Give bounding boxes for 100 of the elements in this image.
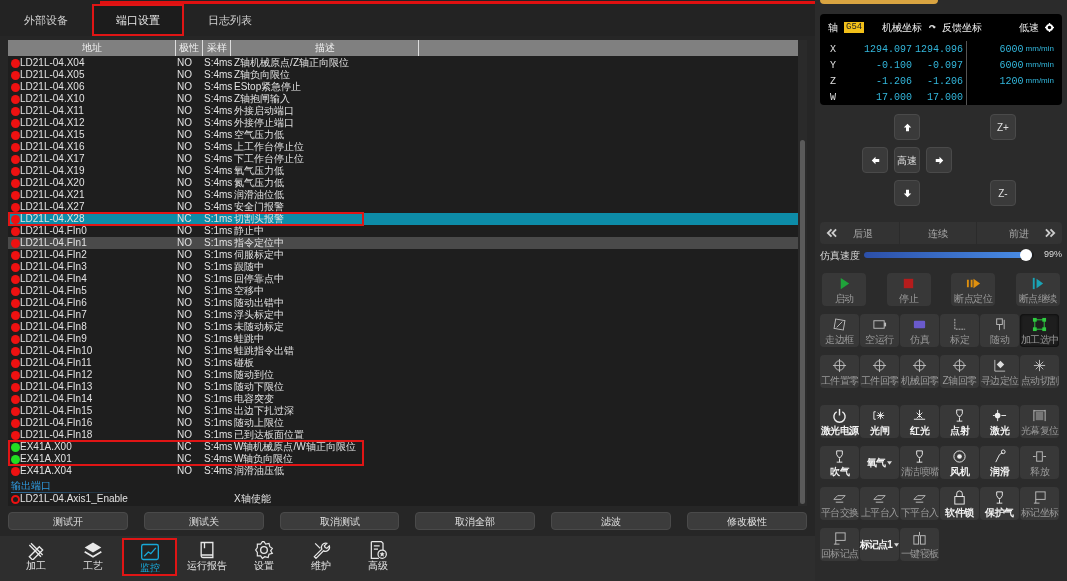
tab[interactable]: 日志列表	[184, 4, 276, 36]
sample-cell: S:4ms	[204, 81, 233, 92]
table-row[interactable]: LD21L-04.Axis1_Enable X轴使能	[8, 493, 798, 505]
table-row[interactable]: LD21L-04.X15 NO S:4ms 空气压力低	[8, 129, 798, 141]
table-row[interactable]: LD21L-04.X10 NO S:4ms Z轴抱闸输入	[8, 93, 798, 105]
description-cell: 氧气压力低	[234, 165, 284, 176]
table-row[interactable]: LD21L-04.FIn10 NO S:1ms 蛙跳指令出错	[8, 345, 798, 357]
sample-cell: S:1ms	[204, 321, 233, 332]
table-row[interactable]: LD21L-04.FIn2 NO S:1ms 伺服标定中	[8, 249, 798, 261]
nav-item[interactable]: 高级	[350, 538, 405, 576]
tab[interactable]: 端口设置	[92, 4, 184, 36]
table-row[interactable]: LD21L-04.X21 NO S:4ms 润滑油位低	[8, 189, 798, 201]
table-row[interactable]: LD21L-04.FIn6 NO S:1ms 随动出错中	[8, 297, 798, 309]
table-row[interactable]: LD21L-04.FIn11 NO S:1ms 碰板	[8, 357, 798, 369]
table-row[interactable]: LD21L-04.FIn14 NO S:1ms 电容突变	[8, 393, 798, 405]
column-header[interactable]: 极性	[175, 40, 202, 56]
table-row[interactable]: LD21L-04.FIn15 NO S:1ms 出边下扎过深	[8, 405, 798, 417]
address-cell: LD21L-04.FIn3	[20, 261, 87, 273]
z-up-button[interactable]: Z+	[990, 114, 1016, 140]
description-cell: 指令定位中	[234, 237, 284, 248]
table-row[interactable]: LD21L-04.FIn8 NO S:1ms 未随动标定	[8, 321, 798, 333]
tool-button[interactable]: 光闸	[860, 405, 899, 438]
polarity-cell: NO	[177, 249, 192, 260]
table-row[interactable]: LD21L-04.FIn18 NO S:1ms 已到达板面位置	[8, 429, 798, 441]
table-row[interactable]: LD21L-04.X06 NO S:4ms EStop紧急停止	[8, 81, 798, 93]
forward-button[interactable]: 前进	[977, 222, 1062, 244]
table-row[interactable]: LD21L-04.X17 NO S:4ms 下工作台停止位	[8, 153, 798, 165]
action-button[interactable]: 取消全部	[415, 512, 536, 530]
sample-cell: S:1ms	[204, 273, 233, 284]
table-row[interactable]: LD21L-04.FIn16 NO S:1ms 随动上限位	[8, 417, 798, 429]
action-button[interactable]: 取消测试	[279, 512, 400, 530]
action-button[interactable]: 滤波	[551, 512, 672, 530]
column-label: 机械坐标	[882, 21, 923, 35]
table-row[interactable]: LD21L-04.FIn13 NO S:1ms 随动下限位	[8, 381, 798, 393]
description-cell: 空移中	[234, 285, 264, 296]
action-button[interactable]: 修改极性	[687, 512, 807, 530]
sample-cell: S:4ms	[204, 165, 233, 176]
nav-item[interactable]: 加工	[8, 538, 63, 576]
offset-badge[interactable]: G54	[844, 22, 865, 33]
action-button[interactable]: 测试开	[8, 512, 128, 530]
sample-cell: S:4ms	[204, 57, 233, 68]
table-row[interactable]: LD21L-04.FIn4 NO S:1ms 回停靠点中	[8, 273, 798, 285]
table-row[interactable]: LD21L-04.FIn1 NO S:1ms 指令定位中	[8, 237, 798, 249]
tool-button[interactable]: 吹气	[820, 446, 859, 479]
address-cell: EX41A.X01	[20, 453, 72, 465]
action-button[interactable]: 测试关	[143, 512, 264, 530]
tool-button[interactable]: 软件锁	[940, 487, 979, 520]
nav-item[interactable]: 监控	[122, 538, 177, 576]
column-header[interactable]: 采样	[202, 40, 230, 56]
continuous-button[interactable]: 连续	[900, 222, 977, 244]
table-row[interactable]: LD21L-04.FIn5 NO S:1ms 空移中	[8, 285, 798, 297]
description-cell: 碰板	[234, 357, 254, 368]
nav-item[interactable]: 维护	[293, 538, 348, 576]
dropdown[interactable]: 氧气	[860, 446, 899, 479]
table-row[interactable]: LD21L-04.FIn7 NO S:1ms 浮头标定中	[8, 309, 798, 321]
table-row[interactable]: EX41A.X01 NC S:4ms W轴负向限位	[8, 453, 798, 465]
table-row[interactable]: LD21L-04.FIn12 NO S:1ms 随动到位	[8, 369, 798, 381]
polarity-cell: NC	[177, 453, 192, 464]
table-row[interactable]: LD21L-04.FIn9 NO S:1ms 蛙跳中	[8, 333, 798, 345]
tool-button[interactable]: 红光	[900, 405, 939, 438]
tool-button[interactable]: 润滑	[980, 446, 1019, 479]
description-cell: 蛙跳中	[234, 333, 264, 344]
table-row[interactable]: LD21L-04.X12 NO S:4ms 外接停止端口	[8, 117, 798, 129]
table-row[interactable]: LD21L-04.X05 NO S:4ms Z轴负向限位	[8, 69, 798, 81]
sample-cell: S:4ms	[204, 69, 233, 80]
nav-item[interactable]: 设置	[236, 538, 291, 576]
back-button[interactable]: 后退	[820, 222, 900, 244]
speed-button[interactable]: 高速	[894, 147, 920, 173]
sample-cell: S:4ms	[204, 141, 233, 152]
table-row[interactable]: LD21L-04.X19 NO S:4ms 氧气压力低	[8, 165, 798, 177]
tool-button[interactable]: 激光电源	[820, 405, 859, 438]
tab[interactable]: 外部设备	[0, 4, 92, 36]
sample-cell: S:1ms	[204, 345, 233, 356]
polarity-cell: NO	[177, 369, 192, 380]
polarity-cell: NO	[177, 117, 192, 128]
tool-button[interactable]: 点射	[940, 405, 979, 438]
description-cell: 随动下限位	[234, 381, 284, 392]
tool-button[interactable]: 保护气	[980, 487, 1019, 520]
polarity-cell: NO	[177, 201, 192, 212]
table-row[interactable]: LD21L-04.X27 NO S:4ms 安全门报警	[8, 201, 798, 213]
table-row[interactable]: LD21L-04.X20 NO S:4ms 氮气压力低	[8, 177, 798, 189]
table-row[interactable]: LD21L-04.FIn0 NO S:1ms 静止中	[8, 225, 798, 237]
column-header[interactable]: 描述	[230, 40, 418, 56]
tool-button[interactable]: 风机	[940, 446, 979, 479]
table-row[interactable]: LD21L-04.X16 NO S:4ms 上工作台停止位	[8, 141, 798, 153]
address-cell: LD21L-04.X12	[20, 117, 85, 129]
table-row[interactable]: EX41A.X00 NC S:4ms W轴机械原点/W轴正向限位	[8, 441, 798, 453]
table-row[interactable]: LD21L-04.X04 NO S:4ms Z轴机械原点/Z轴正向限位	[8, 57, 798, 69]
dropdown[interactable]: 标记点1	[860, 528, 899, 561]
z-down-button[interactable]: Z-	[990, 180, 1016, 206]
tool-button[interactable]: 激光	[980, 405, 1019, 438]
axis-name: W	[829, 90, 837, 105]
description-cell: 安全门报警	[234, 201, 284, 212]
nav-item[interactable]: 运行报告	[179, 538, 234, 576]
table-row[interactable]: LD21L-04.X11 NO S:4ms 外接启动端口	[8, 105, 798, 117]
table-row[interactable]: LD21L-04.FIn3 NO S:1ms 跟随中	[8, 261, 798, 273]
column-header[interactable]: 地址	[8, 40, 175, 56]
slider-label: 仿真速度	[820, 248, 860, 263]
nav-item[interactable]: 工艺	[65, 538, 120, 576]
table-row[interactable]: EX41A.X04 NO S:4ms 润滑油压低	[8, 465, 798, 477]
